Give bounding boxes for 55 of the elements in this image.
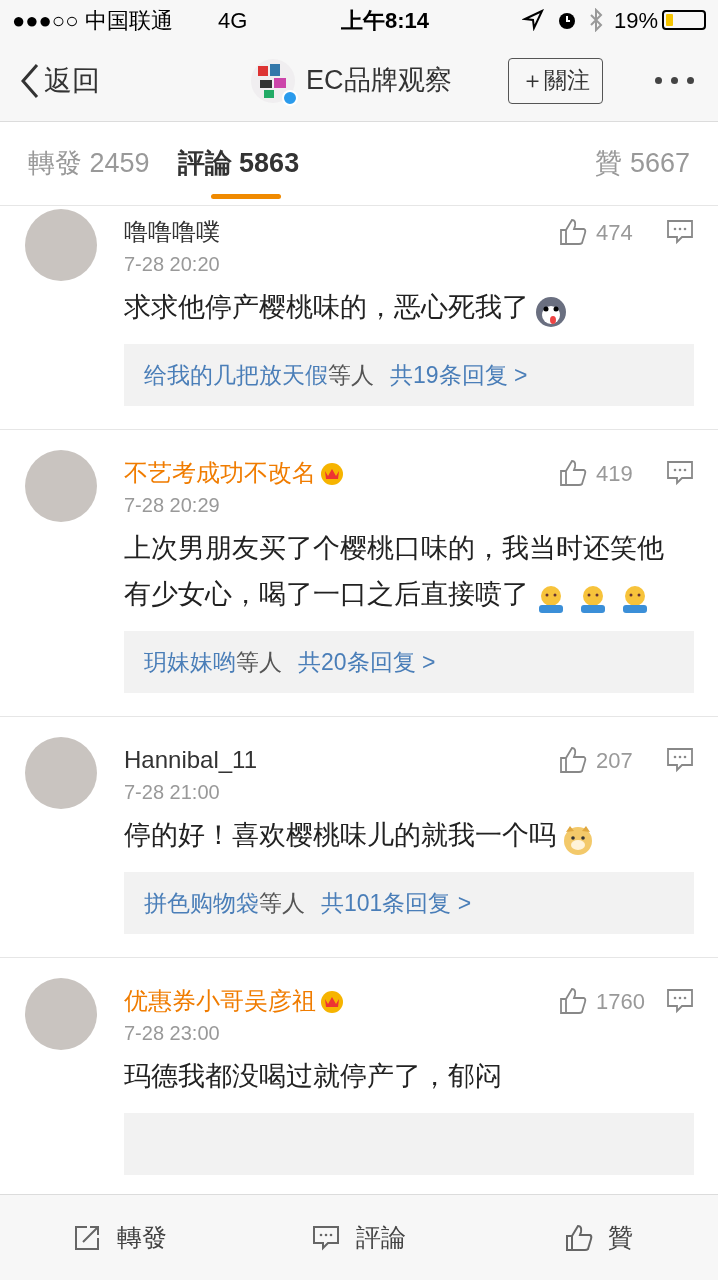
action-button[interactable]: 轉發 <box>0 1195 240 1280</box>
comment-text: 上次男朋友买了个樱桃口味的，我当时还笑他有少女心，喝了一口之后直接喷了 <box>124 533 664 609</box>
comment-icon <box>666 747 694 773</box>
reply-user-link[interactable]: 玥妹妹哟 <box>144 644 236 680</box>
username[interactable]: Hannibal_11 <box>124 742 257 778</box>
follow-button[interactable]: ＋關注 <box>507 57 603 104</box>
reply-count-link[interactable]: 共20条回复 > <box>298 644 436 680</box>
comment-text: 求求他停产樱桃味的，恶心死我了 <box>124 292 529 322</box>
comment-icon <box>312 1223 342 1252</box>
like-count[interactable]: 207 <box>596 743 654 777</box>
crown-badge-icon <box>318 988 346 1014</box>
like-count[interactable]: 419 <box>596 456 654 490</box>
thumbs-up-icon <box>558 745 588 775</box>
tab[interactable]: 評論 5863 <box>177 122 300 205</box>
username[interactable]: 不艺考成功不改名 <box>124 455 316 491</box>
action-button[interactable]: 評論 <box>239 1195 479 1280</box>
thumbs-up-icon <box>563 1223 594 1252</box>
clock: 上午8:14 <box>339 6 430 35</box>
like-count[interactable]: 474 <box>596 215 654 249</box>
location-icon <box>521 9 544 31</box>
bluetooth-icon <box>587 8 604 32</box>
thumbs-up-icon <box>558 458 588 488</box>
thumbs-up-icon <box>558 217 588 247</box>
reply-count-link[interactable]: 共19条回复 > <box>390 357 528 393</box>
back-button[interactable]: 返回 <box>20 59 100 102</box>
username[interactable]: 优惠券小哥吴彦祖 <box>124 983 316 1019</box>
like-count[interactable]: 1760 <box>596 984 654 1018</box>
comment-icon <box>666 219 694 245</box>
carrier-label: ●●●○○ 中国联通 <box>12 6 174 35</box>
tab[interactable]: 贊 5667 <box>595 122 690 205</box>
account-title: EC品牌观察 <box>306 64 452 98</box>
comment-time: 7-28 21:00 <box>124 780 221 805</box>
brand-logo <box>250 57 296 104</box>
comment-icon <box>666 988 694 1014</box>
battery-percent: 19% <box>613 6 658 35</box>
comment-time: 7-28 20:29 <box>124 493 221 518</box>
reply-count-link[interactable]: 共101条回复 > <box>321 885 472 921</box>
action-button[interactable]: 贊 <box>478 1195 718 1280</box>
reply-suffix: 等人 <box>259 888 305 918</box>
back-icon <box>20 62 40 99</box>
crown-badge-icon <box>318 460 346 486</box>
battery-icon <box>662 10 706 30</box>
comment-time: 7-28 20:20 <box>124 252 221 277</box>
username[interactable]: 噜噜噜噗 <box>124 214 220 250</box>
comment-icon <box>666 460 694 486</box>
network-label: 4G <box>218 6 249 35</box>
thumbs-up-icon <box>558 986 588 1016</box>
reply-user-link[interactable]: 给我的几把放天假 <box>144 357 328 393</box>
reply-suffix: 等人 <box>236 647 282 677</box>
reply-suffix: 等人 <box>328 360 374 390</box>
comment-time: 7-28 23:00 <box>124 1021 221 1046</box>
comment-text: 停的好！喜欢樱桃味儿的就我一个吗 <box>124 820 556 850</box>
comment-text: 玛德我都没喝过就停产了，郁闷 <box>124 1061 502 1091</box>
tab[interactable]: 轉發 2459 <box>28 122 150 205</box>
reply-user-link[interactable]: 拼色购物袋 <box>144 885 259 921</box>
